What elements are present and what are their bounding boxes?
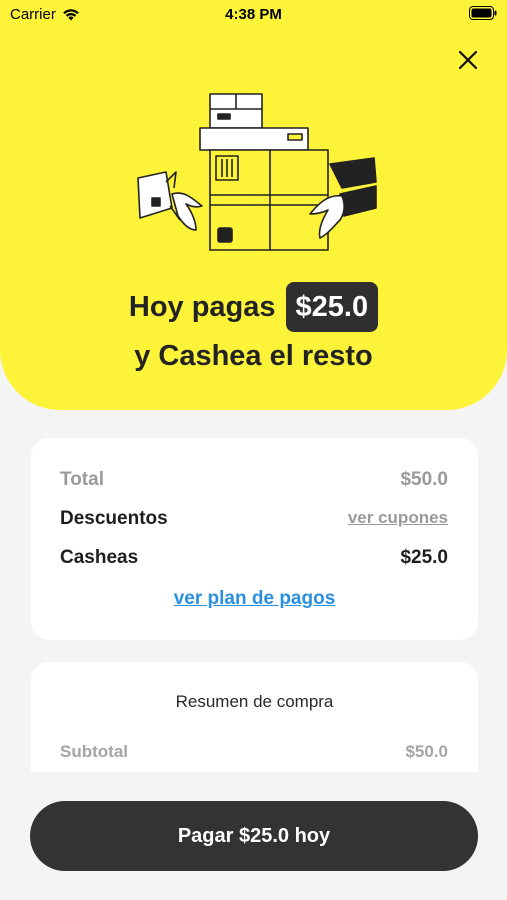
subtotal-value: $50.0: [405, 742, 448, 761]
coupons-link[interactable]: ver cupones: [348, 508, 448, 530]
subtotal-label: Subtotal: [60, 742, 128, 761]
total-row: Total $50.0: [60, 469, 448, 491]
total-value: $50.0: [400, 469, 448, 490]
casheas-label: Casheas: [60, 547, 139, 568]
discounts-label: Descuentos: [60, 508, 168, 529]
payment-plan-link[interactable]: ver plan de pagos: [31, 588, 478, 610]
close-icon: [459, 51, 477, 69]
battery-icon: [469, 6, 497, 20]
status-time: 4:38 PM: [225, 6, 282, 23]
casheas-value: $25.0: [400, 547, 448, 568]
subtotal-row: Subtotal $50.0: [60, 742, 448, 762]
headline: Hoy pagas $25.0 y Cashea el resto: [0, 280, 507, 373]
headline-line-1: Hoy pagas $25.0: [0, 280, 507, 334]
casheas-row: Casheas $25.0: [60, 547, 448, 569]
pay-amount-badge: $25.0: [285, 282, 379, 332]
summary-title: Resumen de compra: [175, 692, 334, 711]
rest-text: y Cashea el resto: [134, 340, 373, 372]
close-button[interactable]: [452, 44, 484, 76]
pay-button[interactable]: Pagar $25.0 hoy: [30, 801, 478, 871]
delivery-box-illustration: [137, 93, 377, 251]
pay-prefix-text: Hoy pagas: [128, 290, 276, 323]
purchase-summary-card: Resumen de compra Subtotal $50.0: [31, 662, 478, 772]
total-label: Total: [60, 469, 104, 490]
totals-card: Total $50.0 Descuentos ver cupones Cashe…: [31, 438, 478, 640]
status-bar: Carrier 4:38 PM: [0, 0, 507, 28]
discounts-row: Descuentos ver cupones: [60, 508, 448, 530]
